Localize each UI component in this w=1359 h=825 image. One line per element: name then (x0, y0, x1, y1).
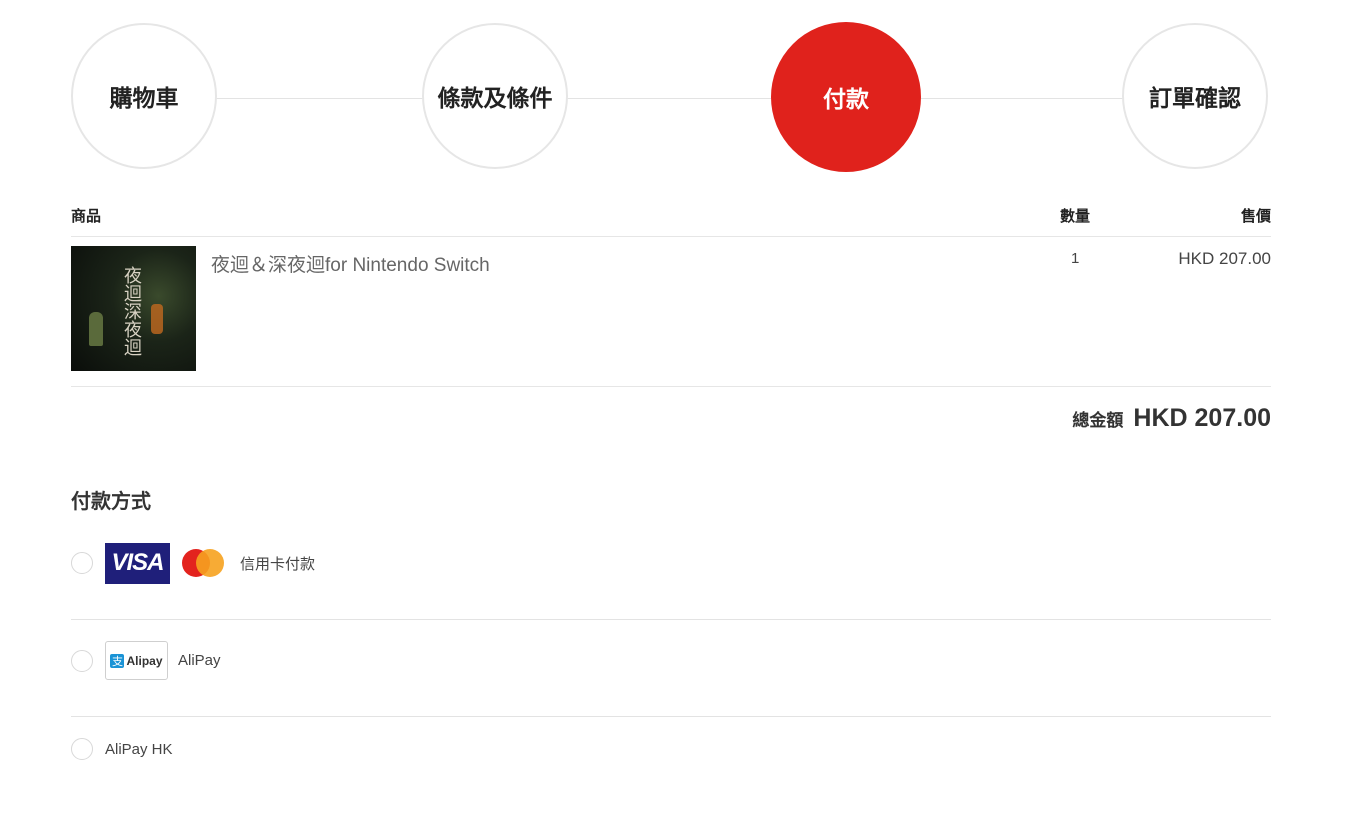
payment-option-alipay[interactable]: 支 Alipay AliPay (71, 640, 1271, 717)
total-value: HKD 207.00 (1133, 404, 1271, 432)
header-product: 商品 (71, 208, 102, 225)
step-cart-label: 購物車 (109, 85, 179, 111)
alipay-radio[interactable] (71, 649, 93, 672)
alipay-hk-label: AliPay HK (105, 740, 173, 758)
mastercard-logo-icon (180, 548, 226, 578)
thumbnail-lantern (151, 304, 163, 334)
product-quantity: 1 (1071, 250, 1080, 267)
step-terms[interactable]: 條款及條件 (422, 23, 568, 169)
payment-option-credit-card[interactable]: VISA 信用卡付款 (71, 541, 1271, 620)
step-terms-label: 條款及條件 (437, 85, 553, 111)
stepper-line (146, 98, 1196, 99)
payment-option-alipay-hk[interactable]: AliPay HK (71, 737, 1271, 761)
alipay-label: AliPay (178, 652, 221, 669)
alipay-hk-radio[interactable] (71, 738, 93, 760)
credit-card-label: 信用卡付款 (240, 555, 316, 573)
product-name[interactable]: 夜迴＆深夜迴for Nintendo Switch (211, 250, 490, 277)
credit-card-radio[interactable] (71, 552, 93, 574)
header-price: 售價 (1240, 208, 1271, 225)
step-payment-label: 付款 (823, 86, 869, 112)
visa-logo-icon: VISA (105, 542, 170, 584)
product-thumbnail[interactable]: 夜迴深夜迴 (71, 246, 196, 371)
step-payment[interactable]: 付款 (771, 22, 921, 172)
order-total: 總金額 HKD 207.00 (1072, 404, 1271, 433)
payment-method-title: 付款方式 (71, 491, 151, 513)
header-quantity: 數量 (1060, 208, 1091, 225)
step-cart[interactable]: 購物車 (71, 23, 217, 169)
thumbnail-figure (89, 312, 103, 346)
thumbnail-title-art: 夜迴深夜迴 (121, 266, 142, 356)
cart-table-header: 商品 數量 售價 (71, 200, 1271, 237)
alipay-logo-icon: 支 Alipay (105, 641, 168, 680)
alipay-logo-text: Alipay (126, 653, 163, 668)
checkout-stepper: 購物車 條款及條件 付款 訂單確認 (0, 0, 1359, 180)
step-confirmation[interactable]: 訂單確認 (1122, 23, 1268, 169)
alipay-mark-icon: 支 (110, 653, 125, 668)
product-price: HKD 207.00 (1178, 249, 1271, 268)
step-confirmation-label: 訂單確認 (1149, 85, 1241, 111)
table-row: 夜迴深夜迴 夜迴＆深夜迴for Nintendo Switch 1 HKD 20… (71, 236, 1271, 387)
total-label: 總金額 (1072, 411, 1124, 430)
